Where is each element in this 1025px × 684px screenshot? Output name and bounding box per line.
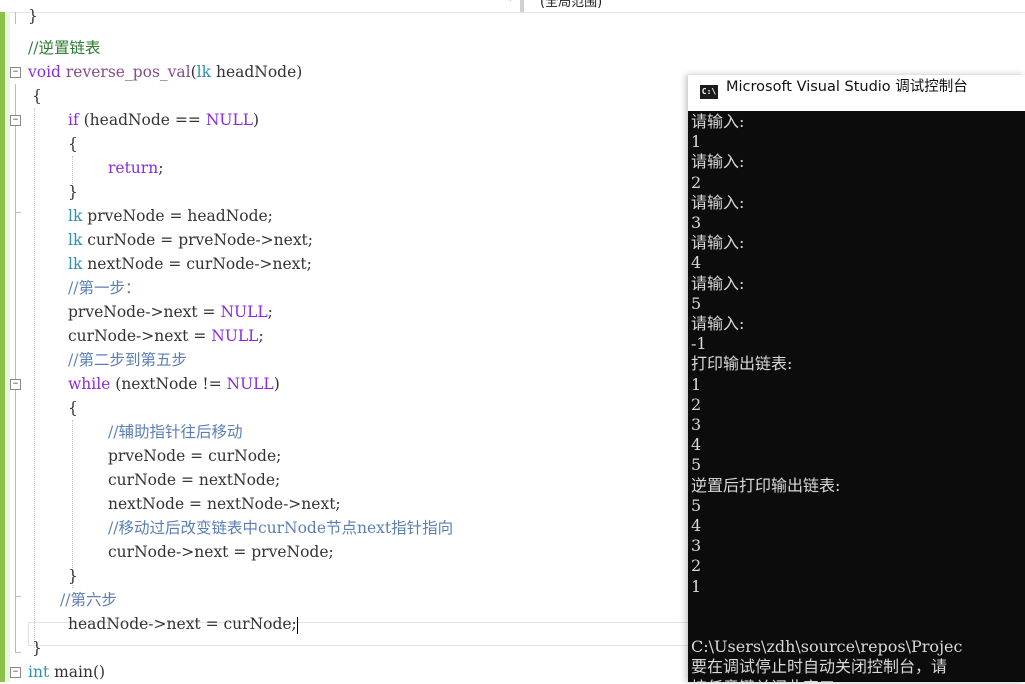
code-line: {: [68, 135, 78, 153]
console-titlebar[interactable]: C:\ Microsoft Visual Studio 调试控制台: [688, 75, 1025, 111]
console-line: 4: [691, 435, 702, 455]
code-line: lk prveNode = headNode;: [68, 207, 273, 225]
console-line: 1: [691, 132, 702, 152]
code-line: prveNode->next = NULL;: [68, 303, 273, 321]
console-line: 请输入:: [691, 112, 745, 131]
code-line: //逆置链表: [28, 39, 101, 57]
code-line: }: [68, 567, 78, 585]
code-line: lk nextNode = curNode->next;: [68, 255, 312, 273]
fold-toggle-main[interactable]: −: [10, 667, 21, 678]
console-line: 2: [691, 394, 702, 414]
code-line: //辅助指针往后移动: [108, 423, 243, 441]
fold-toggle-if[interactable]: −: [10, 115, 21, 126]
console-line: 2: [691, 556, 702, 576]
console-line: 1: [691, 576, 702, 596]
console-line: 1: [691, 374, 702, 394]
console-line: C:\Users\zdh\source\repos\Projec: [691, 637, 963, 657]
code-line: return;: [108, 159, 164, 177]
code-line: curNode->next = NULL;: [68, 327, 264, 345]
scope-dropdown[interactable]: (全局范围): [540, 0, 602, 10]
code-line: //第二步到第五步: [68, 351, 187, 369]
console-line: 5: [691, 455, 702, 475]
change-indicator-bar-light: [6, 12, 10, 682]
console-line: 要在调试停止时自动关闭控制台，请: [691, 657, 948, 677]
console-output[interactable]: 请输入: 1 请输入: 2 请输入: 3 请输入: 4 请输入: 5 请输入: -1 打印输出链表: 1 2…: [688, 111, 1025, 682]
code-line: }: [68, 183, 78, 201]
console-line: 3: [691, 213, 702, 232]
code-line: if (headNode == NULL): [68, 111, 260, 129]
console-line: 逆置后打印输出链表:: [691, 475, 841, 495]
code-line: {: [32, 87, 42, 105]
code-line: }: [32, 639, 42, 657]
console-line: 2: [691, 172, 702, 192]
code-line: lk curNode = prveNode->next;: [68, 231, 314, 249]
console-line: 4: [691, 516, 702, 535]
console-line: 3: [691, 536, 702, 556]
console-app-icon: C:\: [700, 85, 718, 99]
code-line: //第一步：: [68, 279, 141, 297]
code-line: int main(): [28, 663, 106, 681]
code-line: //移动过后改变链表中curNode节点next指针指向: [108, 519, 454, 537]
chevron-down-icon[interactable]: ▾: [508, 0, 513, 4]
code-line: }: [28, 7, 38, 25]
console-line: 4: [691, 253, 702, 273]
console-line: 打印输出链表:: [691, 354, 793, 374]
console-line: 3: [691, 415, 702, 434]
console-line: 请输入:: [691, 192, 745, 212]
console-line: 5: [691, 293, 702, 313]
change-indicator-bar: [0, 12, 5, 682]
console-line: 5: [691, 495, 702, 515]
debug-console-window[interactable]: C:\ Microsoft Visual Studio 调试控制台 请输入: 1 请…: [688, 75, 1025, 682]
code-line-current: headNode->next = curNode;: [68, 615, 298, 634]
code-line: {: [68, 399, 78, 417]
fold-toggle-function[interactable]: −: [10, 67, 21, 78]
console-line: -1: [691, 334, 707, 354]
console-title: Microsoft Visual Studio 调试控制台: [726, 79, 968, 95]
code-line: curNode->next = prveNode;: [108, 543, 334, 561]
code-line: curNode = nextNode;: [108, 471, 281, 489]
console-line: 请输入:: [691, 273, 745, 293]
code-line: while (nextNode != NULL): [68, 375, 280, 393]
console-line: 请输入:: [691, 152, 745, 172]
text-cursor: [296, 616, 298, 634]
toolbar-divider: [520, 0, 524, 12]
code-line: nextNode = nextNode->next;: [108, 495, 341, 513]
code-line: //第六步: [60, 591, 117, 609]
console-line: 请输入:: [691, 314, 745, 333]
code-line: prveNode = curNode;: [108, 447, 282, 465]
fold-toggle-while[interactable]: −: [10, 379, 21, 390]
console-line: 请输入:: [691, 233, 745, 253]
code-line: void reverse_pos_val(lk headNode): [28, 63, 303, 81]
console-line: 按任意键关闭此窗口: [691, 678, 835, 682]
